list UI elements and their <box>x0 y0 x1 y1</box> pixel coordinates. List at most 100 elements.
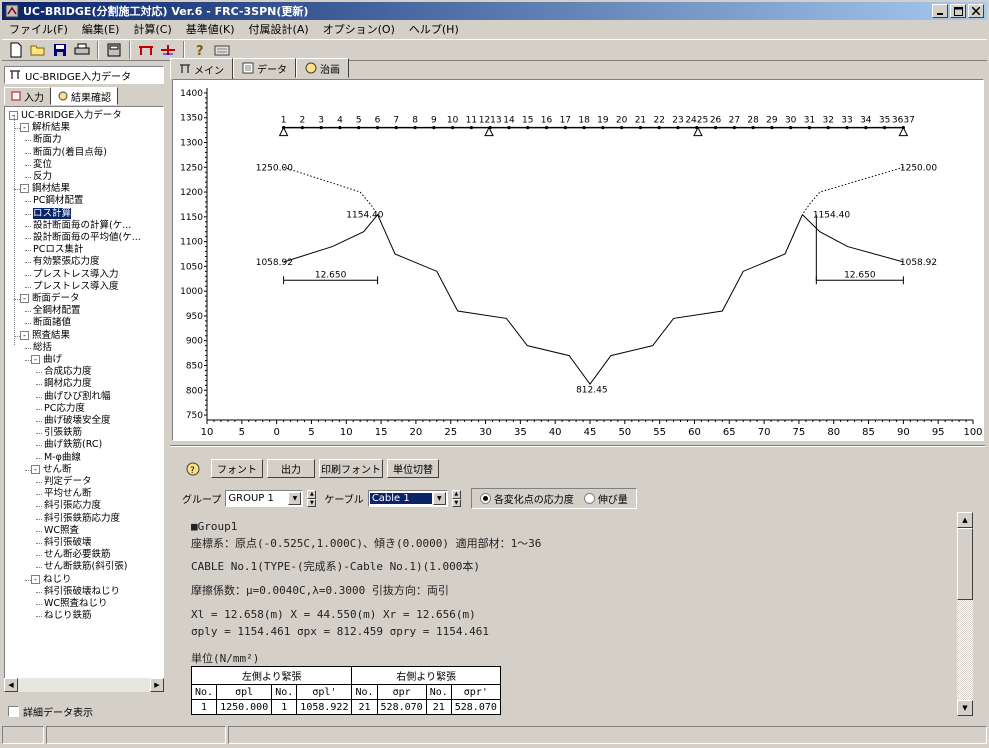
scroll-right-button[interactable]: ▶ <box>150 678 164 692</box>
tree-item[interactable]: 有効緊張応力度 <box>33 256 100 267</box>
detail-checkbox[interactable] <box>8 706 19 717</box>
scroll-down-button[interactable]: ▼ <box>957 700 973 716</box>
report-vertical-scrollbar[interactable]: ▲ ▼ <box>957 512 973 716</box>
table-row: 1 1250.000 1 1058.922 21 528.070 21 528.070 <box>190 699 501 715</box>
scroll-thumb[interactable] <box>957 528 973 600</box>
report-distance-line: Xl = 12.658(m) X = 44.550(m) Xr = 12.656… <box>191 608 476 621</box>
open-file-button[interactable] <box>28 41 48 59</box>
menu-item-1[interactable]: 編集(E) <box>75 21 127 37</box>
group-select[interactable]: GROUP 1 ▼ <box>225 490 304 507</box>
help-button[interactable]: ? <box>190 41 210 59</box>
menu-item-5[interactable]: オプション(O) <box>316 21 402 37</box>
maximize-button[interactable] <box>950 4 966 18</box>
tree-horizontal-scrollbar[interactable]: ◀ ▶ <box>4 678 164 692</box>
output-button[interactable]: 出力 <box>267 459 315 478</box>
menu-item-3[interactable]: 基準値(K) <box>179 21 242 37</box>
tree-item[interactable]: 判定データ <box>44 476 92 487</box>
tree-item[interactable]: 斜引張破壊ねじり <box>44 586 120 597</box>
tree-item[interactable]: 設計断面毎の平均値(ケ... <box>33 232 141 243</box>
bridge-section-button[interactable] <box>158 41 178 59</box>
keyboard-button[interactable] <box>212 41 232 59</box>
tree-item[interactable]: M-φ曲線 <box>44 452 81 463</box>
tree-item[interactable]: 曲げ破壊安全度 <box>44 415 111 426</box>
tree-item[interactable]: WC照査 <box>44 525 79 536</box>
tree-item[interactable]: 斜引張鉄筋応力度 <box>44 513 120 524</box>
tree-item[interactable]: せん断鉄筋(斜引張) <box>44 561 127 572</box>
tab-drawing[interactable]: 治画 <box>296 58 349 78</box>
tree-expander[interactable]: - <box>31 464 40 474</box>
tab-input[interactable]: 入力 <box>4 87 51 105</box>
print-font-button[interactable]: 印刷フォント <box>319 459 383 478</box>
calculator-button[interactable] <box>104 41 124 59</box>
tree-item[interactable]: せん断必要鉄筋 <box>44 549 111 560</box>
tree-item[interactable]: 曲げひび割れ幅 <box>44 391 111 402</box>
print-button[interactable] <box>72 41 92 59</box>
tree-item[interactable]: PC鋼材配置 <box>33 195 83 206</box>
menu-item-0[interactable]: ファイル(F) <box>2 21 75 37</box>
minimize-button[interactable] <box>932 4 948 18</box>
new-file-button[interactable] <box>6 41 26 59</box>
radio-stress[interactable]: 各変化点の応力度 <box>479 491 574 506</box>
tree-item[interactable]: プレストレス導入力 <box>33 269 119 280</box>
tree-item[interactable]: 断面諸値 <box>33 317 71 328</box>
close-button[interactable] <box>968 4 984 18</box>
tree-item[interactable]: せん断 <box>43 464 72 475</box>
tree-item[interactable]: 鋼材応力度 <box>44 378 92 389</box>
y-tick-label: 1100 <box>180 238 203 248</box>
tree-item[interactable]: PCロス集計 <box>33 244 83 255</box>
tree-item[interactable]: 断面データ <box>32 293 80 304</box>
cable-select[interactable]: Cable 1 ▼ <box>367 490 448 507</box>
tree-item[interactable]: 総括 <box>33 342 52 353</box>
tree-expander[interactable]: - <box>31 574 40 584</box>
tree-item[interactable]: ロス計算 <box>33 207 72 219</box>
tree-item[interactable]: UC-BRIDGE入力データ <box>21 110 122 121</box>
cable-spinner[interactable]: ▲ ▼ <box>451 490 461 507</box>
menu-item-6[interactable]: ヘルプ(H) <box>402 21 466 37</box>
tree-expander[interactable]: - <box>31 355 40 364</box>
tree-item[interactable]: 設計断面毎の計算(ケ... <box>33 220 131 231</box>
tree-item[interactable]: PC応力度 <box>44 403 85 414</box>
tree-item[interactable]: 斜引張応力度 <box>44 500 101 511</box>
scroll-left-button[interactable]: ◀ <box>4 678 18 692</box>
node-label: 1213 <box>479 116 502 126</box>
tree-item[interactable]: 解析結果 <box>32 122 70 133</box>
tree-item[interactable]: ねじり <box>43 574 72 585</box>
tree-item[interactable]: 照査結果 <box>32 330 70 341</box>
menu-item-2[interactable]: 計算(C) <box>126 21 178 37</box>
tree-expander[interactable]: - <box>20 294 29 303</box>
tree-item[interactable]: 変位 <box>33 159 52 170</box>
save-button[interactable] <box>50 41 70 59</box>
tree-item[interactable]: 断面力 <box>33 134 62 145</box>
radio-elongation[interactable]: 伸び量 <box>583 491 628 506</box>
font-button[interactable]: フォント <box>211 459 263 478</box>
tree-item[interactable]: 全鋼材配置 <box>33 305 81 316</box>
tree-expander[interactable]: - <box>20 123 29 133</box>
main-tab-icon <box>180 64 190 73</box>
scroll-up-button[interactable]: ▲ <box>957 512 973 528</box>
tree-item[interactable]: 引張鉄筋 <box>44 427 82 438</box>
tab-main[interactable]: メイン <box>170 58 233 79</box>
tree-item[interactable]: 平均せん断 <box>44 488 92 499</box>
tree-item[interactable]: 鋼材結果 <box>32 183 70 194</box>
node-label: 1 <box>281 116 287 126</box>
tree-item[interactable]: ねじり鉄筋 <box>44 610 92 621</box>
detail-checkbox-row[interactable]: 詳細データ表示 <box>8 704 93 719</box>
group-spinner[interactable]: ▲ ▼ <box>307 490 317 507</box>
tree-item[interactable]: 斜引張破壊 <box>44 537 92 548</box>
tree-item[interactable]: 反力 <box>33 171 52 182</box>
tree-item[interactable]: 曲げ鉄筋(RC) <box>44 439 102 450</box>
beam-node <box>357 126 361 130</box>
tree-expander[interactable]: - <box>20 330 29 340</box>
tab-results[interactable]: 結果確認 <box>51 87 118 105</box>
tree-item[interactable]: WC照査ねじり <box>44 598 108 609</box>
tree-item[interactable]: 断面力(着目点毎) <box>33 147 107 158</box>
tree-item[interactable]: 合成応力度 <box>44 366 92 377</box>
menu-item-4[interactable]: 付属設計(A) <box>242 21 316 37</box>
tree-item[interactable]: プレストレス導入度 <box>33 281 119 292</box>
bridge-edit-button[interactable] <box>136 41 156 59</box>
tree-item[interactable]: 曲げ <box>43 354 62 365</box>
tab-data[interactable]: データ <box>233 58 296 78</box>
tree-expander[interactable]: - <box>20 184 29 194</box>
report-text-area[interactable]: ■Group1 座標系：原点(-0.525C,1.000C)、傾き(0.0000… <box>172 512 956 716</box>
unit-toggle-button[interactable]: 単位切替 <box>387 459 439 478</box>
